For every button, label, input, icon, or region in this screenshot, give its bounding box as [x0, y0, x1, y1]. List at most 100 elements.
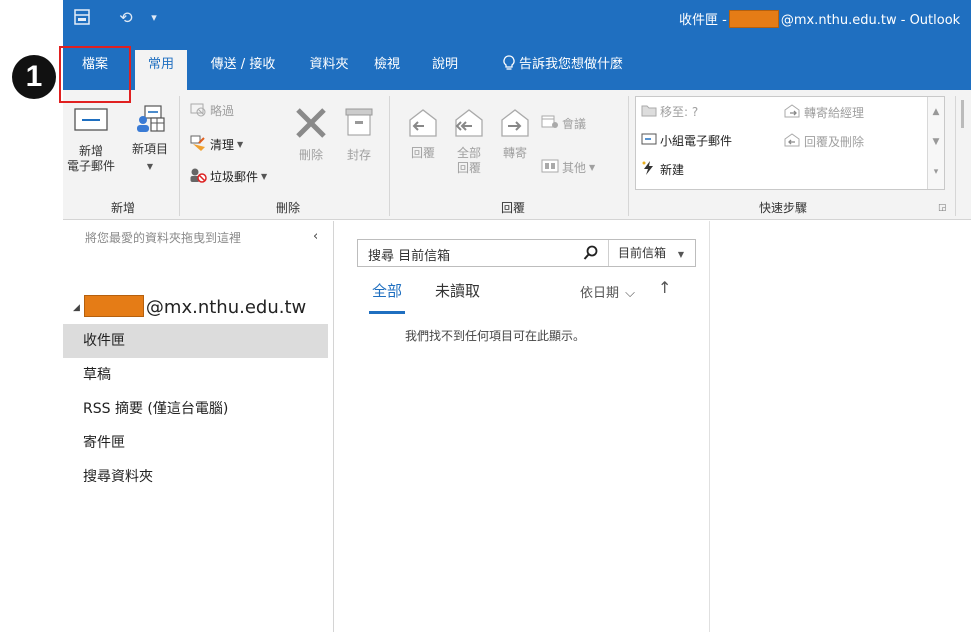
cleanup-label: 清理 [210, 138, 235, 152]
reply-all-button[interactable]: 全部 回覆 [449, 106, 489, 176]
filter-unread[interactable]: 未讀取 [435, 280, 480, 301]
undo-icon[interactable]: ⟲ [115, 6, 137, 28]
ignore-icon [189, 101, 207, 120]
quickstep-create-new[interactable]: 新建 [641, 160, 684, 179]
forward-label: 轉寄 [502, 146, 527, 160]
folder-outbox[interactable]: 寄件匣 [63, 426, 328, 460]
empty-list-message: 我們找不到任何項目可在此顯示。 [405, 329, 586, 343]
new-email-button[interactable]: 新增 電子郵件 [67, 106, 115, 174]
junk-button[interactable]: 垃圾郵件 ▼ [189, 166, 267, 187]
new-items-button[interactable]: 新項目 ▼ [127, 104, 173, 174]
tab-help[interactable]: 說明 [425, 50, 465, 80]
customize-quick-access-icon[interactable]: ▾ [147, 6, 161, 28]
meeting-icon [541, 114, 559, 133]
forward-icon [498, 106, 532, 144]
quickstep-move-to[interactable]: 移至: ? [641, 103, 698, 120]
new-group-label: 新增 [110, 201, 135, 215]
forward-button[interactable]: 轉寄 [495, 106, 535, 161]
meeting-button[interactable]: 會議 [541, 114, 586, 133]
search-scope-label: 目前信箱 [618, 246, 667, 260]
filter-all[interactable]: 全部 [372, 280, 402, 301]
quicksteps-group-label: 快速步驟 [758, 201, 807, 215]
quickstep-to-manager[interactable]: 轉寄給經理 [783, 103, 864, 122]
account-header[interactable]: ◢ @mx.nthu.edu.tw [73, 295, 306, 318]
favorites-drop-hint: 將您最愛的資料夾拖曳到這裡 [85, 231, 242, 245]
collapse-pane-icon[interactable]: ‹ [313, 229, 318, 244]
reply-button[interactable]: 回覆 [403, 106, 443, 161]
ribbon-separator [179, 96, 180, 216]
chevron-down-icon: ⌵ [625, 286, 636, 301]
cleanup-dropdown-icon: ▼ [237, 140, 244, 149]
folder-search[interactable]: 搜尋資料夾 [63, 460, 328, 494]
lightbulb-icon [503, 53, 515, 83]
quickstep-reply-delete[interactable]: 回覆及刪除 [783, 132, 864, 151]
archive-label: 封存 [346, 148, 371, 162]
title-prefix: 收件匣 - [679, 13, 727, 28]
search-scope-dropdown[interactable]: 目前信箱 ▼ [608, 240, 696, 266]
quickstep-reply-delete-label: 回覆及刪除 [804, 135, 865, 149]
team-email-icon [641, 132, 657, 149]
ribbon-separator [389, 96, 390, 216]
reply-icon [406, 106, 440, 144]
meeting-label: 會議 [562, 117, 587, 131]
folder-drafts[interactable]: 草稿 [63, 358, 328, 392]
tab-home[interactable]: 常用 [135, 50, 187, 90]
title-suffix: @mx.nthu.edu.tw - Outlook [780, 13, 961, 28]
search-box[interactable]: 搜尋 目前信箱 目前信箱 ▼ [357, 239, 696, 267]
tab-send-receive[interactable]: 傳送 / 接收 [198, 50, 288, 80]
to-manager-icon [783, 103, 801, 122]
tab-folder[interactable]: 資料夾 [301, 50, 357, 80]
reading-pane-divider[interactable] [709, 221, 710, 632]
quickstep-move-to-label: 移至: ? [660, 105, 699, 119]
folder-rss[interactable]: RSS 摘要 (僅這台電腦) [63, 392, 328, 426]
quickstep-team-email-label: 小組電子郵件 [660, 134, 733, 148]
new-email-icon [74, 106, 108, 136]
ribbon: 新增 電子郵件 新項目 ▼ 新增 略過 清理 ▼ 垃圾郵件 ▼ 刪除 封存 刪除… [63, 90, 971, 220]
dialog-launcher-icon[interactable]: ◲ [938, 203, 947, 213]
junk-label: 垃圾郵件 [210, 170, 259, 184]
ignore-label: 略過 [210, 104, 235, 118]
more-respond-icon [541, 158, 559, 177]
tab-tell-me[interactable]: 告訴我您想做什麼 [503, 50, 653, 80]
new-items-label: 新項目 [131, 142, 168, 156]
reply-delete-icon [783, 132, 801, 151]
gallery-expand-icon[interactable]: ▾ [928, 157, 944, 187]
ignore-button[interactable]: 略過 [189, 101, 234, 120]
delete-button[interactable]: 刪除 [289, 106, 333, 163]
chevron-down-icon: ▼ [677, 250, 684, 259]
window-title: 收件匣 - @mx.nthu.edu.tw - Outlook [679, 9, 960, 28]
quick-steps-scrollbar[interactable]: ▲ ▼ ▾ [927, 97, 944, 189]
new-items-icon [135, 104, 165, 138]
redacted-account-name [83, 295, 144, 317]
folder-inbox[interactable]: 收件匣 [63, 324, 328, 358]
quickstep-team-email[interactable]: 小組電子郵件 [641, 132, 732, 149]
active-filter-underline [369, 311, 405, 314]
cleanup-button[interactable]: 清理 ▼ [189, 134, 243, 155]
quickstep-to-manager-label: 轉寄給經理 [804, 106, 865, 120]
expand-triangle-icon[interactable]: ◢ [73, 303, 80, 313]
sort-by-date-dropdown[interactable]: 依日期 ⌵ [580, 282, 635, 301]
more-respond-dropdown-icon: ▼ [589, 163, 596, 172]
tab-view[interactable]: 檢視 [367, 50, 407, 80]
delete-label: 刪除 [298, 148, 323, 162]
search-input[interactable]: 搜尋 目前信箱 [368, 245, 450, 264]
sort-direction-icon[interactable]: ↑ [658, 278, 671, 297]
sort-label: 依日期 [580, 286, 620, 301]
ribbon-tab-bar: 檔案 常用 傳送 / 接收 資料夾 檢視 說明 告訴我您想做什麼 [63, 36, 971, 90]
junk-dropdown-icon: ▼ [261, 172, 268, 181]
more-respond-button[interactable]: 其他 ▼ [541, 158, 595, 177]
new-email-label: 新增 電子郵件 [67, 144, 116, 173]
account-address: @mx.nthu.edu.tw [145, 297, 307, 318]
scroll-up-icon[interactable]: ▲ [928, 97, 944, 127]
highlight-box-file-tab [59, 46, 131, 103]
send-receive-all-icon[interactable] [71, 6, 93, 28]
quickstep-create-new-label: 新建 [660, 163, 685, 177]
search-icon[interactable] [583, 245, 599, 261]
cleanup-icon [189, 134, 207, 155]
junk-icon [189, 166, 207, 187]
step-number-badge: 1 [12, 55, 56, 99]
archive-button[interactable]: 封存 [339, 106, 379, 163]
create-new-lightning-icon [641, 160, 657, 179]
scroll-down-icon[interactable]: ▼ [928, 127, 944, 157]
delete-x-icon [294, 106, 328, 144]
